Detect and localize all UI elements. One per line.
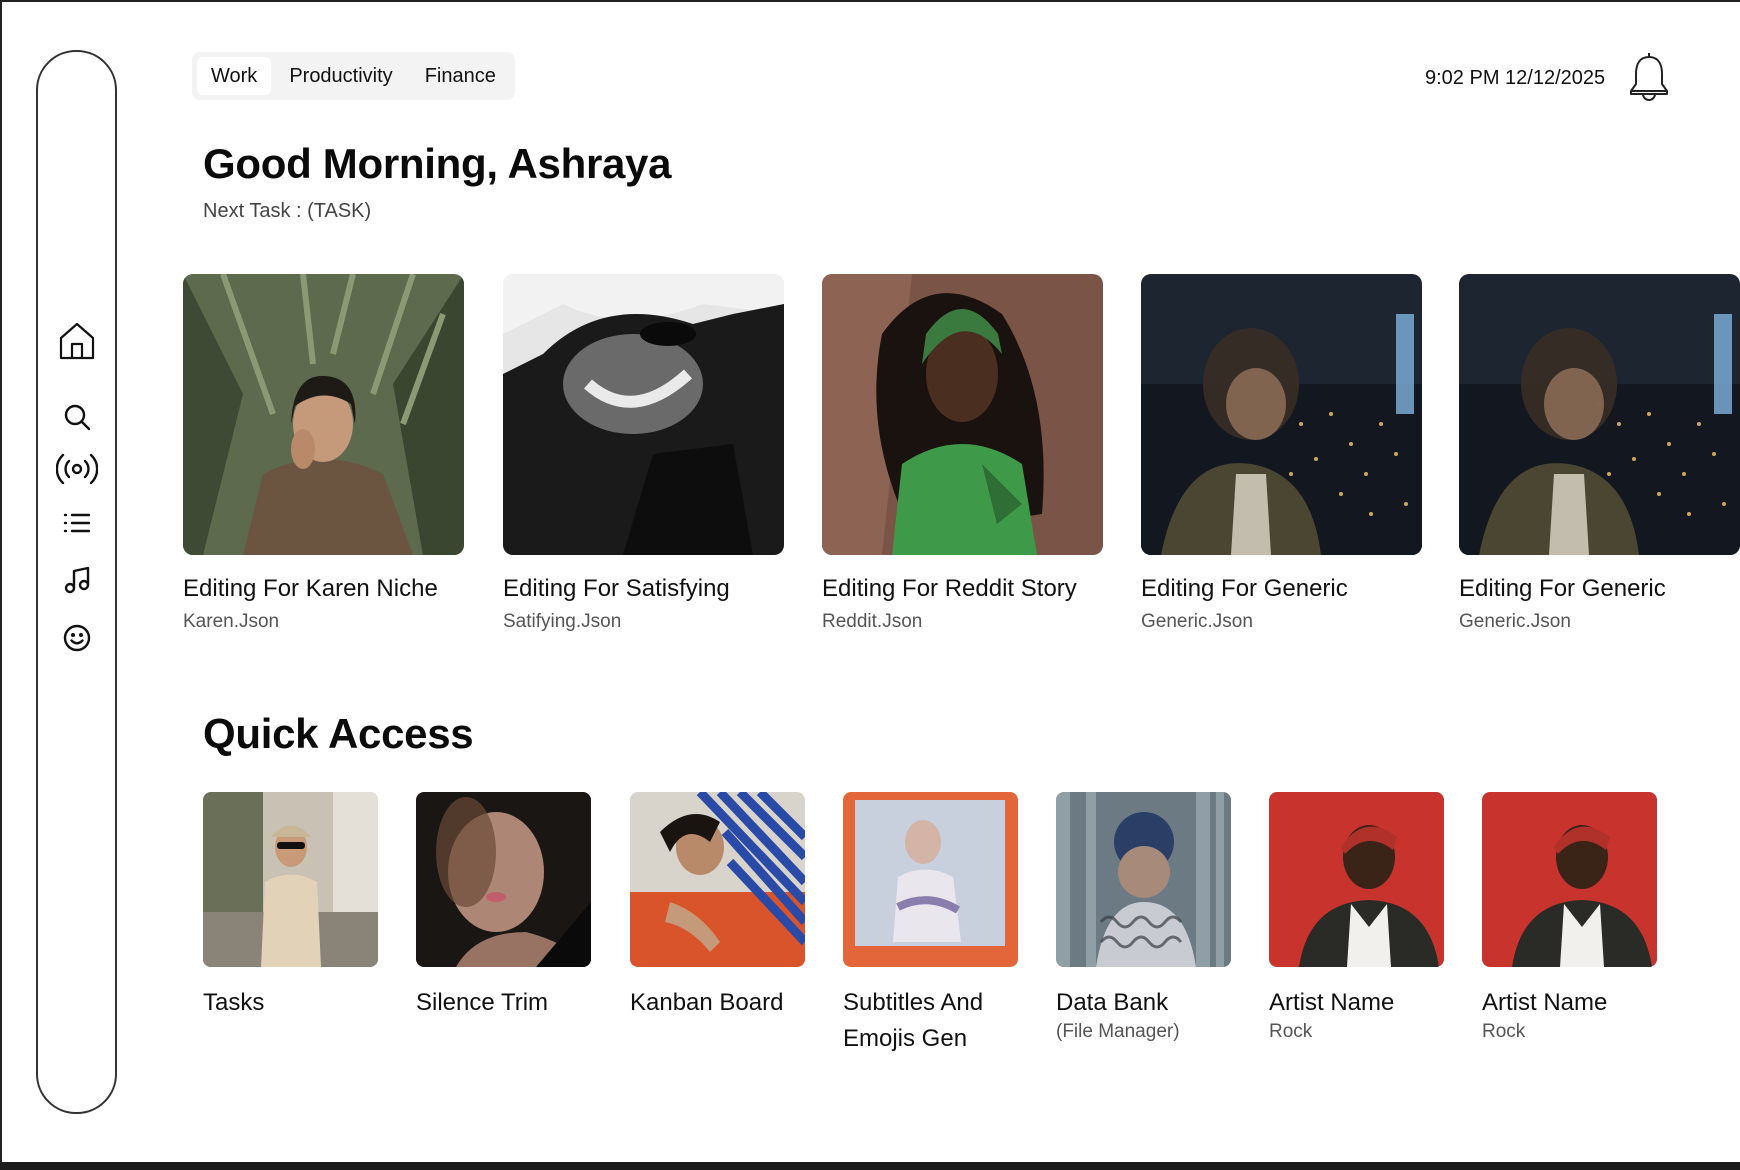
music-note-icon[interactable] (63, 565, 91, 595)
smiley-icon[interactable] (62, 623, 92, 653)
item-image (1056, 792, 1231, 967)
card-file: Generic.Json (1459, 611, 1571, 632)
category-tabs: Work Productivity Finance (192, 52, 515, 100)
next-task-label: Next Task : (TASK) (203, 200, 372, 222)
recent-card[interactable]: Editing For Generic Generic.Json (1459, 274, 1740, 633)
broadcast-icon[interactable] (55, 452, 98, 486)
item-title: Artist Name (1269, 989, 1395, 1016)
item-title: Silence Trim (416, 989, 549, 1016)
card-title: Editing For Karen Niche (183, 575, 438, 602)
quick-access-item-subtitles-emojis[interactable]: Subtitles And Emojis Gen (843, 792, 1018, 1057)
quick-access-title: Quick Access (203, 710, 474, 757)
item-image (1269, 792, 1444, 967)
tab-finance[interactable]: Finance (411, 57, 510, 95)
card-file: Generic.Json (1141, 611, 1253, 632)
card-title: Editing For Reddit Story (822, 575, 1077, 602)
item-subtitle: Rock (1269, 1021, 1313, 1042)
sidebar (36, 50, 117, 1114)
quick-access-item-data-bank[interactable]: Data Bank (File Manager) (1056, 792, 1231, 1043)
datetime-display: 9:02 PM 12/12/2025 (1425, 67, 1606, 89)
card-file: Reddit.Json (822, 611, 923, 632)
item-image (1482, 792, 1657, 967)
recent-card[interactable]: Editing For Generic Generic.Json (1141, 274, 1422, 633)
card-image (1459, 274, 1740, 555)
quick-access-item-tasks[interactable]: Tasks (203, 792, 378, 1021)
list-icon[interactable] (62, 511, 92, 535)
item-title: Subtitles And Emojis Gen (843, 989, 984, 1052)
recent-card[interactable]: Editing For Karen Niche Karen.Json (183, 274, 464, 633)
bell-icon[interactable] (1628, 50, 1670, 109)
card-image (1141, 274, 1422, 555)
item-title: Data Bank (1056, 989, 1169, 1016)
search-icon[interactable] (62, 402, 92, 432)
quick-access-item-kanban-board[interactable]: Kanban Board (630, 792, 805, 1021)
item-image (843, 792, 1018, 967)
card-file: Satifying.Json (503, 611, 622, 632)
card-title: Editing For Satisfying (503, 575, 730, 602)
item-title: Kanban Board (630, 989, 784, 1016)
item-title: Tasks (203, 989, 265, 1016)
recent-card[interactable]: Editing For Satisfying Satifying.Json (503, 274, 784, 633)
tab-productivity[interactable]: Productivity (275, 57, 406, 95)
item-subtitle: (File Manager) (1056, 1021, 1180, 1042)
card-image (183, 274, 464, 555)
item-image (630, 792, 805, 967)
card-title: Editing For Generic (1459, 575, 1666, 602)
quick-access-item-artist[interactable]: Artist Name Rock (1482, 792, 1657, 1043)
quick-access-item-artist[interactable]: Artist Name Rock (1269, 792, 1444, 1043)
item-image (203, 792, 378, 967)
card-image (822, 274, 1103, 555)
home-icon[interactable] (56, 320, 98, 362)
card-file: Karen.Json (183, 611, 280, 632)
recent-card[interactable]: Editing For Reddit Story Reddit.Json (822, 274, 1103, 633)
bottom-edge-bar (0, 1162, 1740, 1170)
card-image (503, 274, 784, 555)
item-subtitle: Rock (1482, 1021, 1526, 1042)
item-image (416, 792, 591, 967)
card-title: Editing For Generic (1141, 575, 1348, 602)
tab-work[interactable]: Work (197, 57, 272, 95)
page-title: Good Morning, Ashraya (203, 140, 672, 187)
quick-access-item-silence-trim[interactable]: Silence Trim (416, 792, 591, 1021)
item-title: Artist Name (1482, 989, 1608, 1016)
